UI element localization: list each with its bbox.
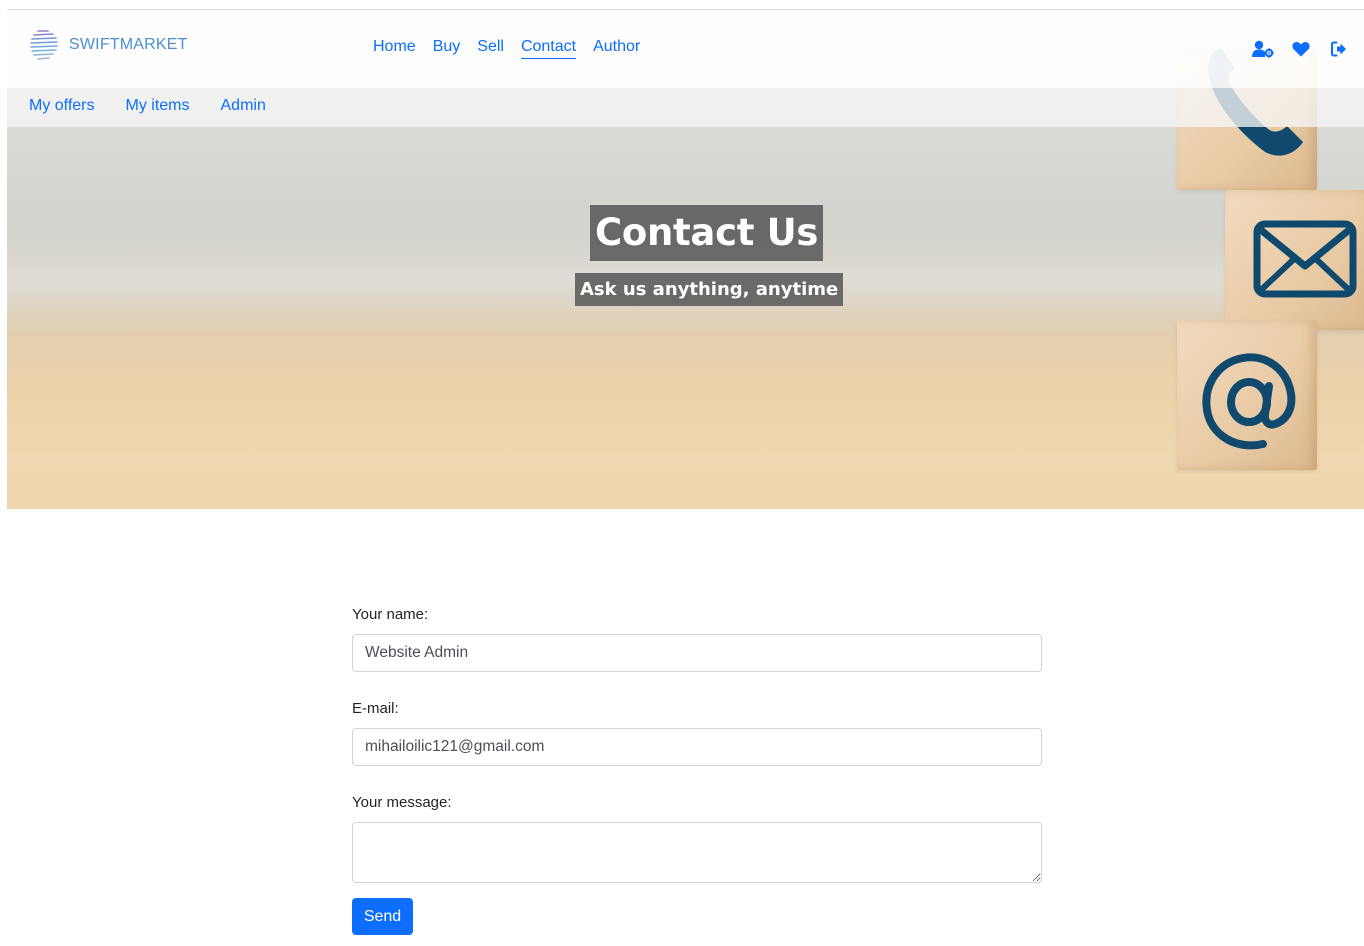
logout-icon[interactable] — [1328, 38, 1350, 60]
message-textarea[interactable] — [352, 822, 1042, 883]
brand-link[interactable]: SWIFTMARKET — [29, 28, 188, 62]
nav-link-my-items[interactable]: My items — [126, 97, 190, 117]
name-input[interactable] — [352, 634, 1042, 672]
hero-subtitle: Ask us anything, anytime — [575, 273, 844, 306]
nav-link-buy[interactable]: Buy — [433, 38, 461, 59]
message-label: Your message: — [352, 794, 452, 811]
secondary-nav-links: My offers My items Admin — [29, 97, 266, 117]
nav-icon-group — [1252, 38, 1350, 60]
wood-block-at — [1177, 320, 1317, 470]
nav-link-author[interactable]: Author — [593, 38, 640, 59]
at-sign-icon — [1202, 353, 1296, 450]
nav-link-admin[interactable]: Admin — [221, 97, 266, 117]
nav-link-home[interactable]: Home — [373, 38, 416, 59]
contact-form: Your name: E-mail: Your message: Send — [352, 606, 1042, 935]
name-label: Your name: — [352, 606, 429, 623]
secondary-navbar: My offers My items Admin — [7, 88, 1364, 127]
wood-block-mail — [1225, 190, 1364, 330]
send-button[interactable]: Send — [352, 898, 413, 935]
hero-title: Contact Us — [590, 205, 824, 261]
nav-link-my-offers[interactable]: My offers — [29, 97, 95, 117]
email-label: E-mail: — [352, 700, 399, 717]
envelope-icon — [1253, 220, 1357, 298]
user-cog-icon[interactable] — [1252, 38, 1274, 60]
email-input[interactable] — [352, 728, 1042, 766]
nav-link-sell[interactable]: Sell — [477, 38, 504, 59]
heart-icon[interactable] — [1290, 38, 1312, 60]
nav-link-contact[interactable]: Contact — [520, 38, 577, 59]
brand-name: SWIFTMARKET — [69, 36, 188, 53]
globe-lines-icon — [30, 30, 58, 60]
page: Contact Us Ask us anything, anytime SWIF… — [0, 0, 1364, 946]
main-nav-links: Home Buy Sell Contact Author — [373, 38, 640, 59]
main-navbar: SWIFTMARKET Home Buy Sell Contact Author — [7, 10, 1364, 88]
